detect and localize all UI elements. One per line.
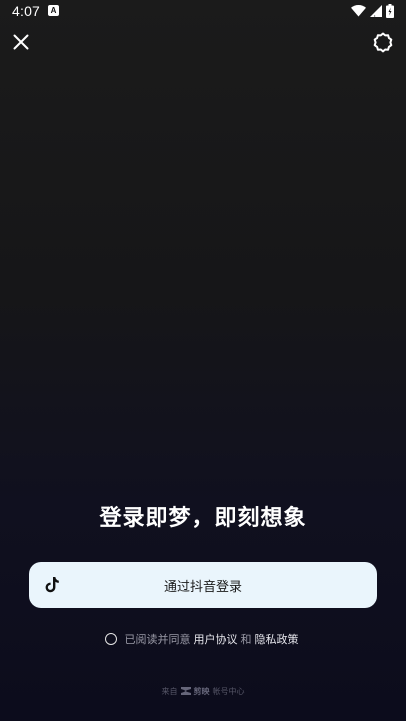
wifi-icon (351, 5, 366, 17)
close-button[interactable] (8, 29, 34, 55)
status-bar: 4:07 A (0, 0, 406, 24)
tiktok-icon (45, 577, 59, 593)
settings-button[interactable] (370, 30, 396, 56)
login-screen: 4:07 A 登录即梦，即刻想象 通过抖音登录 已阅读并同意 用户协议 和 隐私… (0, 0, 406, 721)
footer-suffix: 帐号中心 (212, 686, 245, 696)
agreement-prefix: 已阅读并同意 (124, 633, 191, 646)
close-icon (13, 34, 29, 50)
agreement-row: 已阅读并同意 用户协议 和 隐私政策 (0, 630, 406, 648)
status-time: 4:07 (12, 3, 41, 19)
agreement-and: 和 (240, 633, 252, 646)
battery-icon (386, 4, 394, 18)
footer-prefix: 来自 (161, 686, 178, 696)
privacy-policy-link[interactable]: 隐私政策 (255, 631, 299, 647)
page-title: 登录即梦，即刻想象 (99, 506, 307, 531)
signal-icon (370, 5, 382, 17)
agreement-checkbox[interactable] (104, 633, 117, 645)
status-indicators (351, 4, 394, 18)
douyin-login-button[interactable]: 通过抖音登录 (29, 562, 377, 608)
capcut-logo-icon (180, 687, 191, 695)
notification-app-icon: A (48, 5, 59, 16)
douyin-login-label: 通过抖音登录 (163, 579, 242, 595)
user-agreement-link[interactable]: 用户协议 (194, 631, 238, 647)
footer: 来自 剪映 帐号中心 (0, 684, 406, 698)
footer-brand: 剪映 (193, 686, 210, 696)
settings-icon (373, 32, 393, 53)
